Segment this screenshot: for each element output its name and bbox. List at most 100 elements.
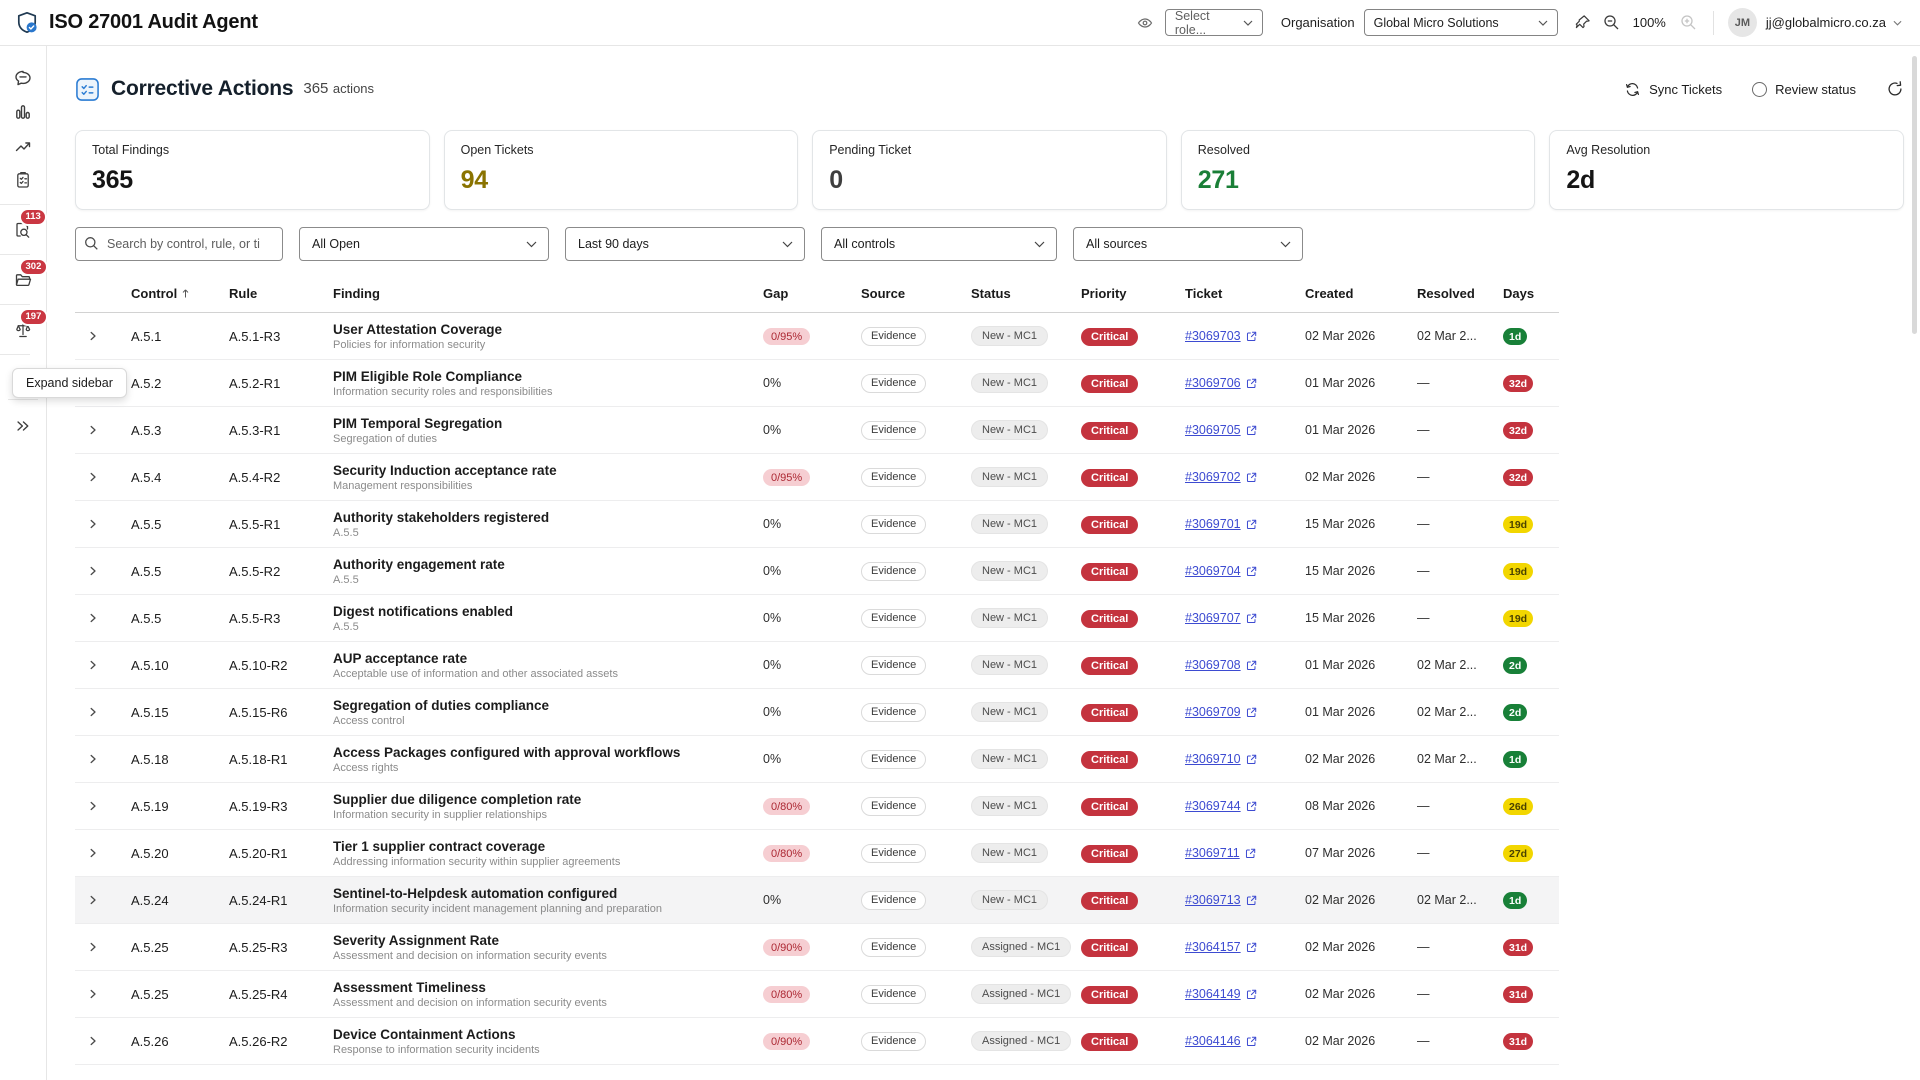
- table-row[interactable]: A.5.19 A.5.19-R3 Supplier due diligence …: [75, 783, 1559, 830]
- column-header-days[interactable]: Days: [1503, 286, 1559, 301]
- gap-value: 0/90%: [763, 1033, 810, 1050]
- table-row[interactable]: A.5.5 A.5.5-R3 Digest notifications enab…: [75, 595, 1559, 642]
- column-header-rule[interactable]: Rule: [229, 286, 333, 301]
- ticket-link[interactable]: #3064157: [1185, 940, 1257, 954]
- days-badge: 2d: [1503, 657, 1527, 674]
- sidebar-item-bar-chart[interactable]: [0, 95, 46, 128]
- ticket-link[interactable]: #3064146: [1185, 1034, 1257, 1048]
- column-header-status[interactable]: Status: [971, 286, 1081, 301]
- expand-row-icon[interactable]: [87, 800, 99, 812]
- column-header-source[interactable]: Source: [861, 286, 971, 301]
- row-created: 02 Mar 2026: [1305, 470, 1417, 484]
- ticket-link[interactable]: #3069709: [1185, 705, 1257, 719]
- ticket-link[interactable]: #3069702: [1185, 470, 1257, 484]
- expand-row-icon[interactable]: [87, 612, 99, 624]
- review-status-toggle[interactable]: Review status: [1752, 82, 1856, 97]
- external-link-icon: [1246, 566, 1257, 577]
- ticket-link[interactable]: #3069706: [1185, 376, 1257, 390]
- table-row[interactable]: A.5.4 A.5.4-R2 Security Induction accept…: [75, 454, 1559, 501]
- ticket-link[interactable]: #3069711: [1185, 846, 1256, 860]
- table-row[interactable]: A.5.25 A.5.25-R3 Severity Assignment Rat…: [75, 924, 1559, 971]
- role-select[interactable]: Select role...: [1165, 9, 1263, 36]
- table-row[interactable]: A.5.10 A.5.10-R2 AUP acceptance rate Acc…: [75, 642, 1559, 689]
- ticket-number: #3069713: [1185, 893, 1241, 907]
- zoom-level: 100%: [1633, 15, 1666, 30]
- sidebar-item-folder[interactable]: 302: [0, 263, 46, 296]
- ticket-link[interactable]: #3069707: [1185, 611, 1257, 625]
- status-badge: New - MC1: [971, 796, 1048, 816]
- ticket-link[interactable]: #3069708: [1185, 658, 1257, 672]
- sidebar-item-scale[interactable]: 197: [0, 313, 46, 346]
- table-row[interactable]: A.5.20 A.5.20-R1 Tier 1 supplier contrac…: [75, 830, 1559, 877]
- stat-card: Pending Ticket 0: [812, 130, 1167, 210]
- expand-row-icon[interactable]: [87, 659, 99, 671]
- column-header-control[interactable]: Control: [111, 286, 229, 301]
- column-header-priority[interactable]: Priority: [1081, 286, 1185, 301]
- expand-row-icon[interactable]: [87, 847, 99, 859]
- table-row[interactable]: A.5.26 A.5.26-R2 Device Containment Acti…: [75, 1018, 1559, 1065]
- refresh-button[interactable]: [1886, 80, 1904, 98]
- sidebar-item-trend[interactable]: [0, 129, 46, 162]
- expand-row-icon[interactable]: [87, 894, 99, 906]
- column-header-finding[interactable]: Finding: [333, 286, 763, 301]
- ticket-link[interactable]: #3069713: [1185, 893, 1257, 907]
- sidebar: 113 302 197: [0, 46, 47, 1080]
- user-menu[interactable]: JM jj@globalmicro.co.za: [1728, 8, 1902, 37]
- table-row[interactable]: A.5.5 A.5.5-R1 Authority stakeholders re…: [75, 501, 1559, 548]
- row-created: 01 Mar 2026: [1305, 658, 1417, 672]
- expand-row-icon[interactable]: [87, 988, 99, 1000]
- chevron-down-icon: [526, 241, 537, 248]
- zoom-out-icon[interactable]: [1601, 12, 1622, 33]
- source-badge: Evidence: [861, 938, 926, 957]
- gap-value: 0%: [763, 705, 781, 719]
- table-row[interactable]: A.5.3 A.5.3-R1 PIM Temporal Segregation …: [75, 407, 1559, 454]
- external-link-icon: [1246, 801, 1257, 812]
- ticket-link[interactable]: #3069744: [1185, 799, 1257, 813]
- ticket-link[interactable]: #3069704: [1185, 564, 1257, 578]
- gap-value: 0%: [763, 611, 781, 625]
- ticket-link[interactable]: #3069703: [1185, 329, 1257, 343]
- ticket-link[interactable]: #3064149: [1185, 987, 1257, 1001]
- sidebar-item-clipboard[interactable]: [0, 163, 46, 196]
- filter-select-all-sources[interactable]: All sources: [1073, 227, 1303, 261]
- expand-row-icon[interactable]: [87, 471, 99, 483]
- table-row[interactable]: A.5.25 A.5.25-R4 Assessment Timeliness A…: [75, 971, 1559, 1018]
- filter-select-all-controls[interactable]: All controls: [821, 227, 1057, 261]
- table-row[interactable]: A.5.5 A.5.5-R2 Authority engagement rate…: [75, 548, 1559, 595]
- table-row[interactable]: A.5.24 A.5.24-R1 Sentinel-to-Helpdesk au…: [75, 877, 1559, 924]
- pin-icon[interactable]: [1572, 12, 1593, 33]
- scrollbar-thumb[interactable]: [1912, 56, 1917, 334]
- filter-select-value: All controls: [834, 237, 895, 251]
- expand-sidebar-button[interactable]: [0, 409, 46, 442]
- table-row[interactable]: A.5.2 A.5.2-R1 PIM Eligible Role Complia…: [75, 360, 1559, 407]
- source-badge: Evidence: [861, 985, 926, 1004]
- sidebar-item-document-search[interactable]: 113: [0, 213, 46, 246]
- expand-row-icon[interactable]: [87, 706, 99, 718]
- external-link-icon: [1246, 613, 1257, 624]
- column-header-gap[interactable]: Gap: [763, 286, 861, 301]
- expand-row-icon[interactable]: [87, 753, 99, 765]
- table-row[interactable]: A.5.1 A.5.1-R3 User Attestation Coverage…: [75, 313, 1559, 360]
- expand-row-icon[interactable]: [87, 330, 99, 342]
- sidebar-item-chat[interactable]: [0, 61, 46, 94]
- table-row[interactable]: A.5.18 A.5.18-R1 Access Packages configu…: [75, 736, 1559, 783]
- column-header-created[interactable]: Created: [1305, 286, 1417, 301]
- expand-row-icon[interactable]: [87, 941, 99, 953]
- filter-select-value: All Open: [312, 237, 360, 251]
- ticket-link[interactable]: #3069705: [1185, 423, 1257, 437]
- filter-select-last-90-days[interactable]: Last 90 days: [565, 227, 805, 261]
- table-row[interactable]: A.5.15 A.5.15-R6 Segregation of duties c…: [75, 689, 1559, 736]
- column-header-ticket[interactable]: Ticket: [1185, 286, 1305, 301]
- organisation-select[interactable]: Global Micro Solutions: [1364, 9, 1558, 36]
- search-input[interactable]: [75, 227, 283, 261]
- expand-row-icon[interactable]: [87, 518, 99, 530]
- column-header-resolved[interactable]: Resolved: [1417, 286, 1503, 301]
- expand-row-icon[interactable]: [87, 1035, 99, 1047]
- filter-select-all-open[interactable]: All Open: [299, 227, 549, 261]
- sync-tickets-button[interactable]: Sync Tickets: [1624, 81, 1722, 98]
- expand-row-icon[interactable]: [87, 565, 99, 577]
- ticket-link[interactable]: #3069710: [1185, 752, 1257, 766]
- expand-row-icon[interactable]: [87, 424, 99, 436]
- ticket-link[interactable]: #3069701: [1185, 517, 1257, 531]
- row-control: A.5.2: [111, 376, 229, 391]
